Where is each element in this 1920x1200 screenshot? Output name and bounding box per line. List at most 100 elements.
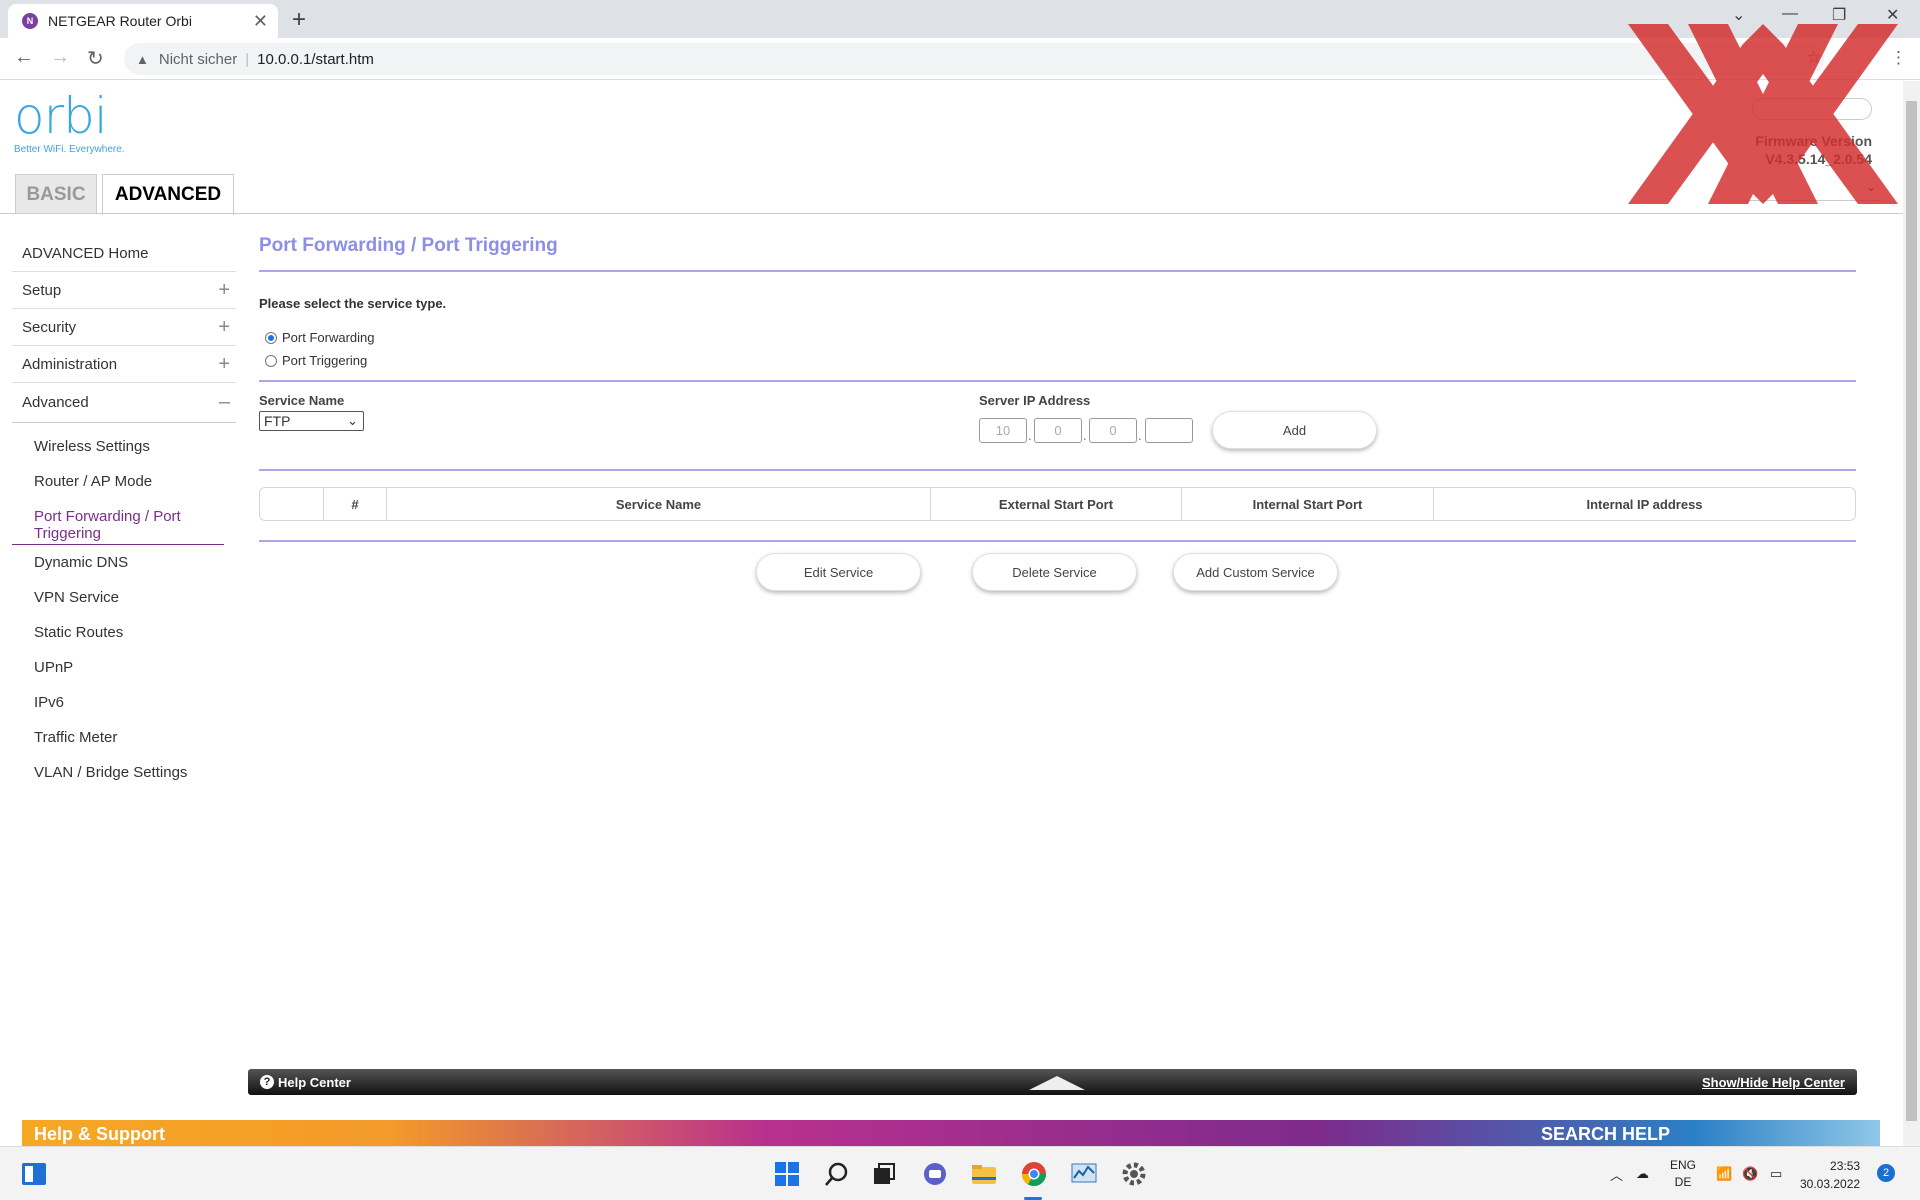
ip-octet-1[interactable]: 10	[979, 418, 1027, 443]
radio-label: Port Triggering	[282, 353, 368, 368]
radio-button-checked[interactable]	[265, 331, 277, 344]
chrome-icon[interactable]	[1020, 1160, 1048, 1188]
sidebar-item-label: Setup	[22, 281, 62, 299]
performance-monitor-icon[interactable]	[1070, 1160, 1098, 1188]
address-bar[interactable]: ▲ Nicht sicher | 10.0.0.1/start.htm	[124, 43, 1824, 75]
sidebar-subitem-upnp[interactable]: UPnP	[12, 659, 73, 676]
sidebar-item-label: Security	[22, 318, 77, 336]
chevron-down-icon: ⌄	[347, 413, 358, 428]
help-center-bar: ? Help Center Show/Hide Help Center	[248, 1069, 1857, 1095]
title-divider	[259, 270, 1856, 272]
table-header-internal-start-port: Internal Start Port	[1182, 488, 1434, 520]
reload-icon[interactable]: ↻	[87, 46, 104, 71]
forward-icon[interactable]: →	[50, 46, 70, 69]
browser-toolbar: ← → ↻ ▲ Nicht sicher | 10.0.0.1/start.ht…	[0, 38, 1920, 80]
sidebar-subitem-traffic-meter[interactable]: Traffic Meter	[12, 729, 117, 746]
settings-gear-icon[interactable]	[1120, 1160, 1148, 1188]
sidebar-subitem-ipv6[interactable]: IPv6	[12, 694, 64, 711]
language-select[interactable]: ⌄	[1742, 180, 1880, 201]
question-icon: ?	[260, 1075, 274, 1089]
collapse-minus-icon[interactable]: –	[219, 391, 230, 414]
sidebar-subitem-router-ap-mode[interactable]: Router / AP Mode	[12, 473, 152, 490]
tab-search-icon[interactable]: ⌄	[1732, 5, 1745, 25]
radio-port-triggering[interactable]: Port Triggering	[265, 353, 367, 368]
ip-octet-4[interactable]	[1145, 418, 1193, 443]
service-name-select[interactable]: FTP ⌄	[259, 411, 364, 431]
netgear-favicon-icon: N	[22, 13, 38, 29]
ip-octet-3[interactable]: 0	[1089, 418, 1137, 443]
sidebar-subitem-static-routes[interactable]: Static Routes	[12, 624, 123, 641]
teams-chat-icon[interactable]	[921, 1160, 949, 1188]
ip-dot: .	[1028, 428, 1032, 443]
clock-date: 30.03.2022	[1800, 1177, 1861, 1191]
onedrive-cloud-icon[interactable]: ☁	[1636, 1147, 1649, 1200]
sidebar-subitem-vlan-bridge[interactable]: VLAN / Bridge Settings	[12, 764, 187, 781]
sidebar-subitem-dynamic-dns[interactable]: Dynamic DNS	[12, 554, 128, 571]
expand-plus-icon[interactable]: +	[218, 279, 230, 302]
table-header-service-name: Service Name	[387, 488, 931, 520]
file-explorer-icon[interactable]	[970, 1160, 998, 1188]
sidebar-item-label: Administration	[22, 355, 118, 373]
sidebar-item-label: Advanced	[22, 394, 89, 411]
sidebar-subitem-vpn-service[interactable]: VPN Service	[12, 589, 119, 606]
system-clock[interactable]: 23:53 30.03.2022	[1800, 1157, 1860, 1193]
sidebar-item-advanced[interactable]: Advanced –	[12, 383, 236, 423]
sidebar-subitem-wireless-settings[interactable]: Wireless Settings	[12, 438, 150, 455]
minimize-icon[interactable]: —	[1782, 5, 1798, 23]
start-windows-icon[interactable]	[773, 1160, 801, 1188]
logo-tagline: Better WiFi. Everywhere.	[14, 144, 125, 155]
bookmark-star-icon[interactable]: ☆	[1806, 48, 1821, 68]
notification-badge[interactable]: 2	[1877, 1164, 1895, 1182]
url-text: 10.0.0.1/start.htm	[257, 50, 374, 68]
back-icon[interactable]: ←	[14, 46, 34, 69]
expand-arrow-icon[interactable]	[1029, 1076, 1085, 1090]
close-window-icon[interactable]: ✕	[1886, 5, 1899, 25]
volume-muted-icon[interactable]: 🔇	[1742, 1147, 1758, 1200]
sidebar-item-label: ADVANCED Home	[22, 244, 149, 262]
sidebar-subitem-port-forwarding[interactable]: Port Forwarding / Port Triggering	[12, 508, 224, 545]
browser-tab[interactable]: N NETGEAR Router Orbi ✕	[8, 4, 278, 38]
page-scrollbar[interactable]	[1903, 81, 1920, 1146]
edit-service-button[interactable]: Edit Service	[756, 553, 921, 591]
new-tab-icon[interactable]: +	[292, 6, 306, 34]
expand-plus-icon[interactable]: +	[218, 316, 230, 339]
add-button[interactable]: Add	[1212, 411, 1377, 449]
add-custom-service-button[interactable]: Add Custom Service	[1173, 553, 1338, 591]
sidebar-nav: ADVANCED Home Setup + Security + Adminis…	[12, 235, 236, 781]
windows-taskbar: ︿ ☁ ENG DE 📶 🔇 ▭ 23:53 30.03.2022 2	[0, 1146, 1920, 1200]
logout-button[interactable]	[1752, 98, 1872, 120]
firmware-version: V4.3.5.14_2.0.54	[1765, 151, 1872, 167]
tray-chevron-icon[interactable]: ︿	[1610, 1147, 1623, 1200]
sidebar-item-advanced-home[interactable]: ADVANCED Home	[12, 235, 236, 272]
search-icon[interactable]	[823, 1160, 851, 1188]
language-code: ENG	[1670, 1158, 1697, 1172]
radio-button[interactable]	[265, 354, 277, 367]
tab-basic[interactable]: BASIC	[15, 174, 97, 214]
help-center-title[interactable]: ? Help Center	[260, 1075, 351, 1090]
ip-octet-2[interactable]: 0	[1034, 418, 1082, 443]
battery-icon[interactable]: ▭	[1770, 1147, 1782, 1200]
help-support-label: Help & Support	[34, 1124, 165, 1144]
clock-time: 23:53	[1830, 1159, 1861, 1173]
input-language[interactable]: ENG DE	[1670, 1147, 1696, 1200]
delete-service-button[interactable]: Delete Service	[972, 553, 1137, 591]
sidebar-item-security[interactable]: Security +	[12, 309, 236, 346]
restore-icon[interactable]: ❐	[1832, 5, 1846, 25]
services-table-header: # Service Name External Start Port Inter…	[259, 487, 1856, 521]
show-hide-help-link[interactable]: Show/Hide Help Center	[1702, 1075, 1845, 1090]
expand-plus-icon[interactable]: +	[218, 353, 230, 376]
wifi-icon[interactable]: 📶	[1716, 1147, 1732, 1200]
close-tab-icon[interactable]: ✕	[253, 11, 268, 32]
task-view-icon[interactable]	[870, 1160, 898, 1188]
sidebar-item-administration[interactable]: Administration +	[12, 346, 236, 383]
radio-port-forwarding[interactable]: Port Forwarding	[265, 330, 374, 345]
menu-icon[interactable]: ⋮	[1890, 48, 1907, 68]
tab-advanced[interactable]: ADVANCED	[102, 174, 234, 215]
scrollbar-thumb[interactable]	[1906, 101, 1917, 1121]
help-center-label: Help Center	[278, 1074, 351, 1090]
widgets-icon[interactable]	[20, 1160, 48, 1188]
sidebar-item-setup[interactable]: Setup +	[12, 272, 236, 309]
service-type-prompt: Please select the service type.	[259, 296, 447, 311]
table-divider	[259, 540, 1856, 542]
logo-wordmark: orbi	[14, 87, 108, 145]
